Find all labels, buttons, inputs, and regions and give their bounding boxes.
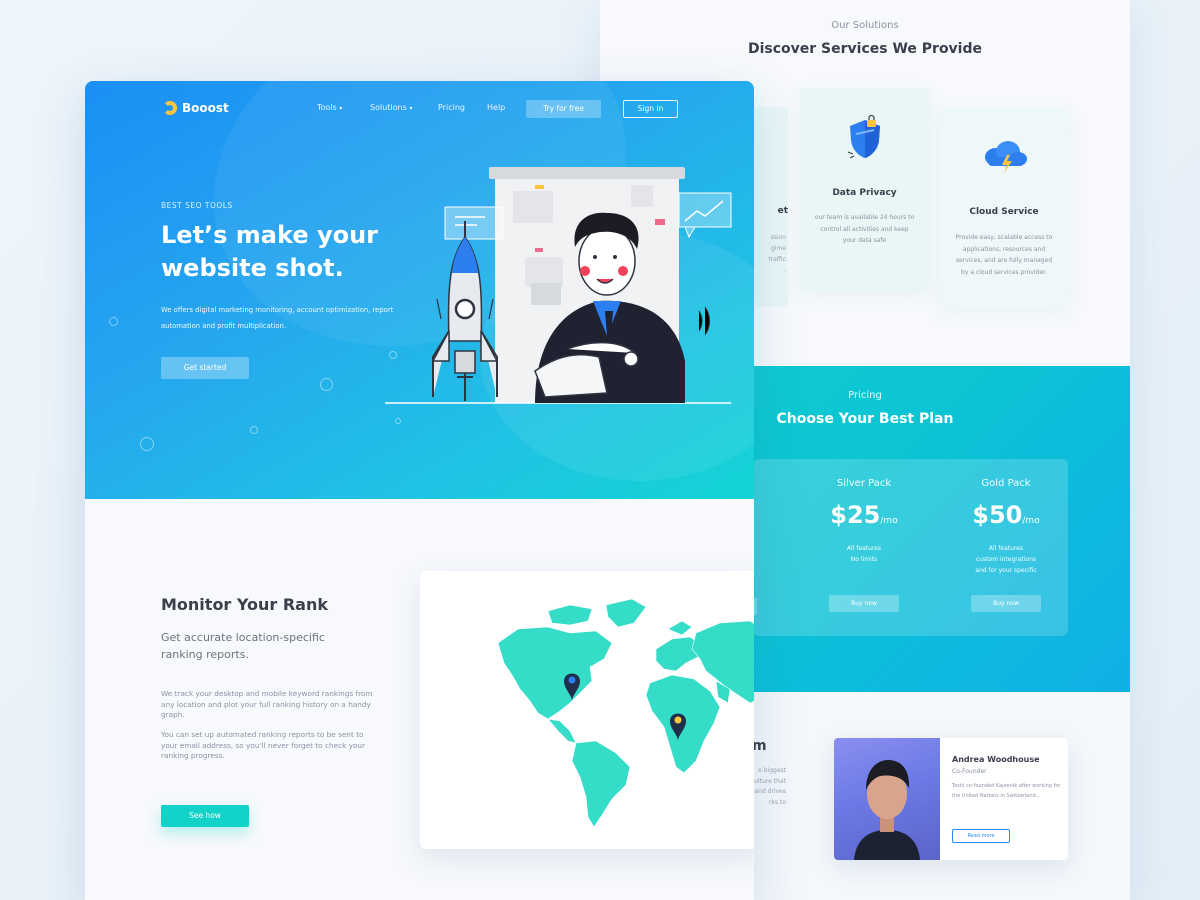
- buy-now-button[interactable]: Buy now: [829, 595, 899, 612]
- decor-bubble: [395, 418, 401, 424]
- service-card-partial-title: et: [777, 206, 788, 216]
- cloud-service-title: Cloud Service: [969, 207, 1039, 217]
- landing-page: Booost Tools ▾ Solutions ▾ Pricing Help …: [85, 81, 754, 900]
- profile-name: Andrea Woodhouse: [952, 755, 1040, 764]
- nav-solutions[interactable]: Solutions ▾: [370, 103, 412, 112]
- data-privacy-desc: our team is available 24 hours to contro…: [814, 214, 915, 244]
- profile-card: Andrea Woodhouse Co-Founder Toshi co-fou…: [834, 738, 1068, 860]
- rank-paragraph: You can set up automated ranking reports…: [161, 730, 366, 760]
- rank-paragraph: We track your desktop and mobile keyword…: [161, 689, 373, 719]
- profile-photo: [834, 738, 940, 860]
- brand-name: Booost: [182, 101, 229, 115]
- plan-gold: Gold Pack $50/mo All features custom int…: [946, 478, 1066, 612]
- decor-bubble: [250, 426, 258, 434]
- service-card-cloud-service[interactable]: Cloud Service Provide easy, scalable acc…: [940, 107, 1068, 307]
- plan-name: Silver Pack: [836, 478, 892, 489]
- profile-role: Co-Founder: [952, 768, 987, 775]
- cloud-service-desc: Provide easy, scalable access to applica…: [955, 234, 1053, 276]
- buy-now-button[interactable]: Buy now: [971, 595, 1041, 612]
- team-heading-partial: m: [752, 738, 767, 754]
- rocket-businessman-illustration: [385, 167, 732, 404]
- plan-silver: Silver Pack $25/mo All features No limit…: [804, 478, 924, 612]
- decor-bubble: [320, 378, 333, 391]
- plan-price: $50/mo: [972, 501, 1040, 529]
- rank-title: Monitor Your Rank: [161, 595, 328, 614]
- nav-pricing[interactable]: Pricing: [438, 103, 465, 112]
- solutions-eyebrow: Our Solutions: [831, 20, 899, 31]
- shield-lock-icon: [847, 114, 880, 159]
- service-card-partial-desc: ssion gime traffic .: [768, 234, 786, 274]
- data-privacy-title: Data Privacy: [832, 188, 897, 198]
- nav-tools[interactable]: Tools ▾: [317, 103, 342, 112]
- hero-section: Booost Tools ▾ Solutions ▾ Pricing Help …: [85, 81, 754, 499]
- brand-logo[interactable]: Booost: [163, 101, 229, 115]
- nav-help[interactable]: Help: [487, 103, 505, 112]
- person-portrait-icon: [854, 760, 920, 860]
- plan-price: $25/mo: [830, 501, 898, 529]
- service-card-data-privacy[interactable]: Data Privacy our team is available 24 ho…: [800, 88, 929, 290]
- world-map-card: [420, 571, 754, 849]
- plan-features: All features No limits: [846, 545, 882, 563]
- plan-features: All features custom integrations and for…: [975, 545, 1037, 574]
- see-how-button[interactable]: See how: [161, 805, 249, 827]
- cloud-bolt-icon: [985, 141, 1027, 173]
- sign-in-button[interactable]: Sign in: [623, 100, 678, 118]
- hero-eyebrow: BEST SEO TOOLS: [161, 201, 233, 210]
- decor-bubble: [140, 437, 154, 451]
- chevron-down-icon: ▾: [409, 105, 413, 112]
- profile-bio: Toshi co-founded Kajeenik after working …: [952, 783, 1061, 799]
- get-started-button[interactable]: Get started: [161, 357, 249, 379]
- plan-name: Gold Pack: [981, 478, 1031, 489]
- chevron-down-icon: ▾: [339, 105, 343, 112]
- solutions-title: Discover Services We Provide: [747, 41, 982, 57]
- decor-bubble: [109, 317, 118, 326]
- read-more-button[interactable]: Read more: [952, 829, 1010, 843]
- hero-description: We offers digital marketing monitoring, …: [161, 306, 394, 330]
- logo-icon: [163, 101, 177, 115]
- try-for-free-button[interactable]: Try for free: [526, 100, 601, 118]
- team-text-partial: e biggest culture that and drives rks to: [750, 767, 786, 806]
- world-map-icon: [497, 598, 754, 828]
- rank-subtitle: Get accurate location-specific ranking r…: [161, 631, 325, 661]
